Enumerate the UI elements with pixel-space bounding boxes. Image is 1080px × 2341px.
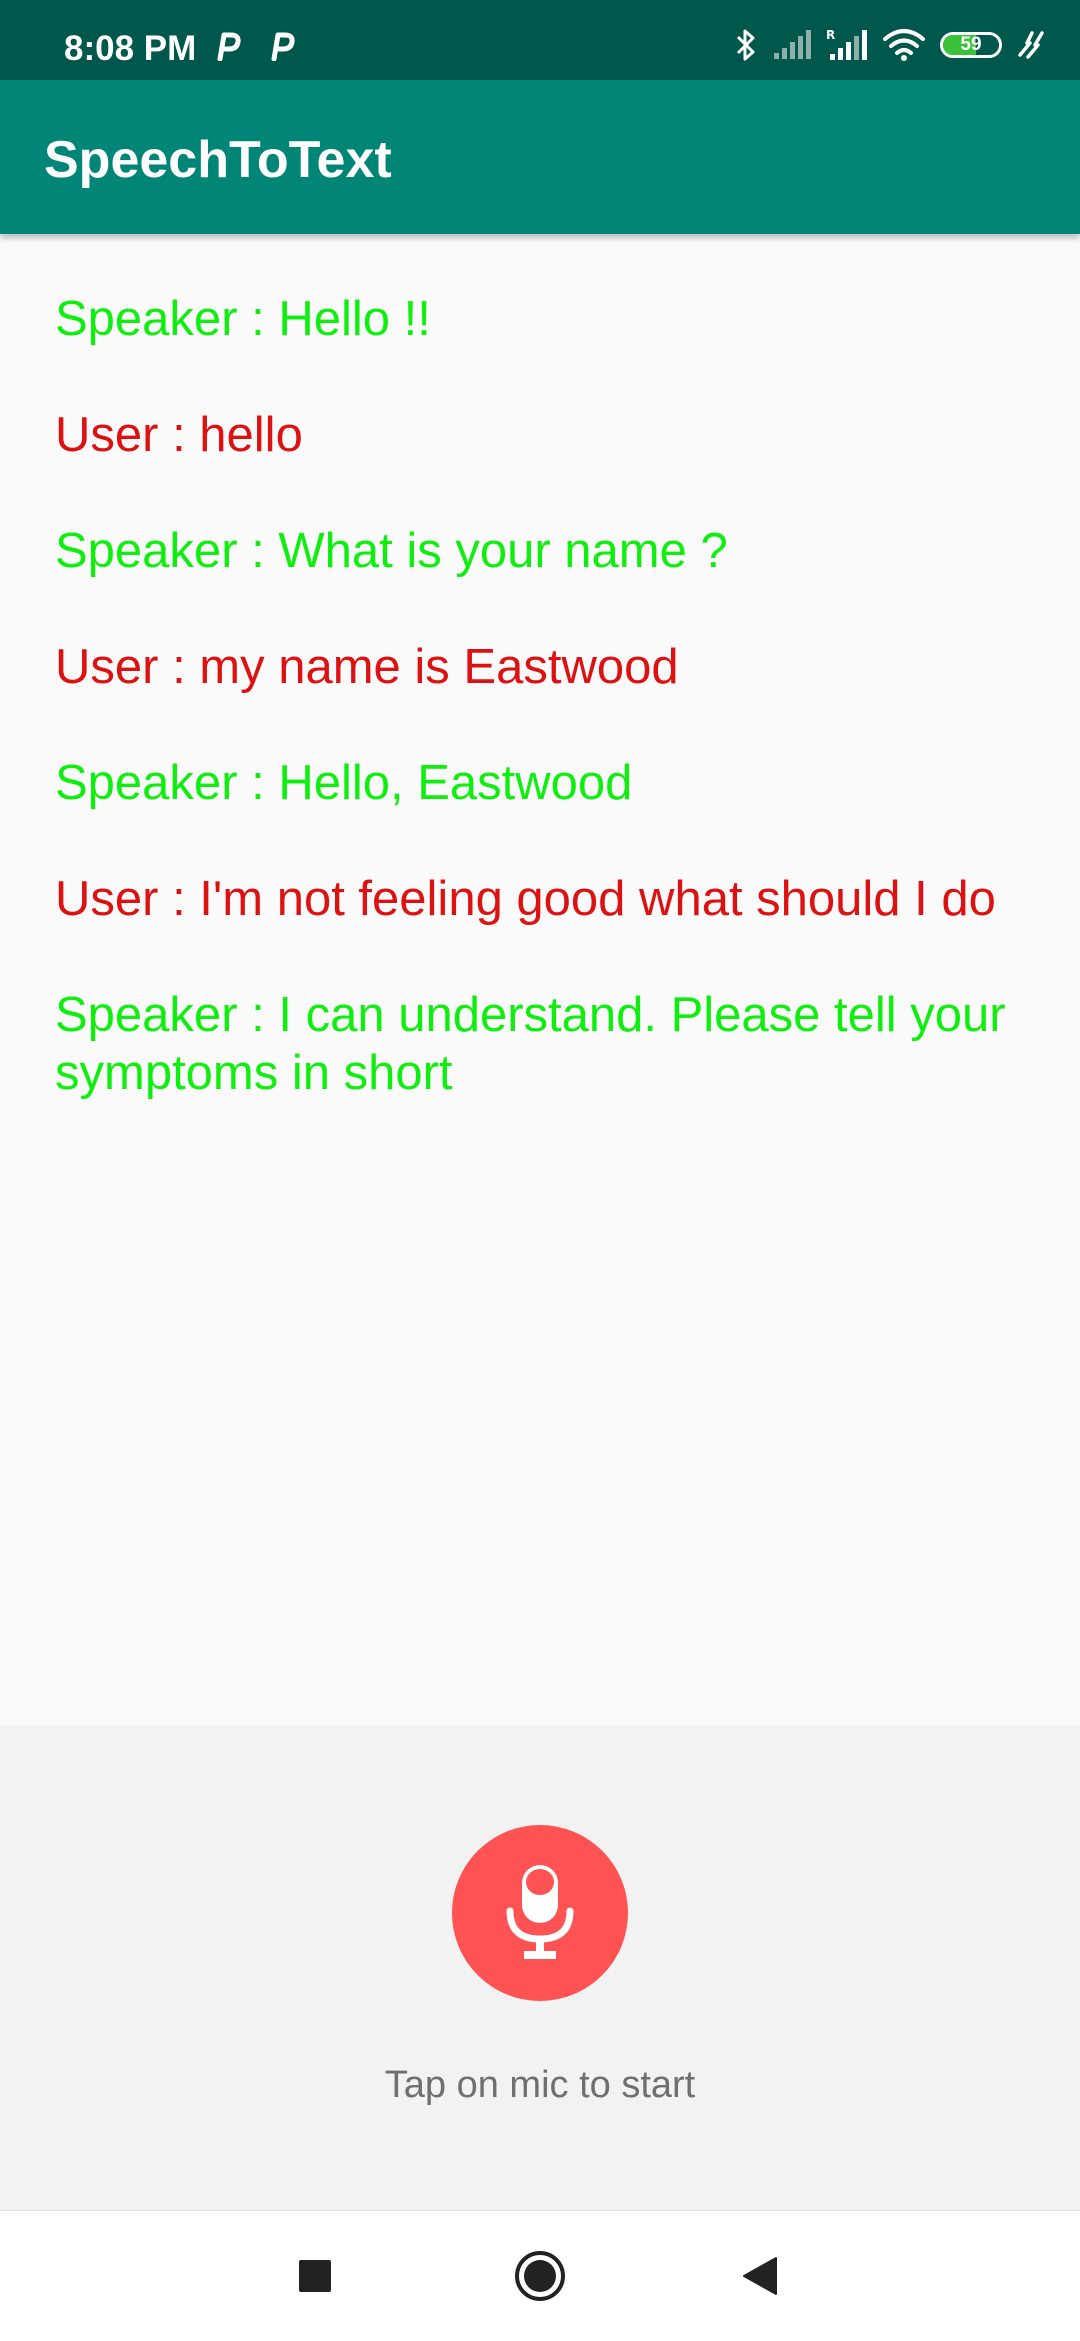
charging-icon [1018,31,1044,59]
svg-text:R: R [826,28,835,42]
bluetooth-icon [736,29,755,61]
p-app-icon [271,32,295,61]
mic-panel: Tap on mic to start [0,1726,1080,2210]
back-icon [743,2257,777,2295]
user-message: User : hello [55,408,303,462]
status-app-icons [212,31,296,61]
recents-icon [299,2260,331,2292]
speaker-message: Speaker : Hello !! [55,292,431,346]
mic-button[interactable] [452,1825,628,2001]
home-button[interactable] [480,2211,600,2341]
wifi-icon [883,29,925,61]
signal-icon [774,30,811,59]
home-icon [515,2251,565,2301]
status-bar: 8:08 PM R 59 [0,0,1080,80]
signal-roaming-icon: R [826,28,867,60]
user-message: User : my name is Eastwood [55,640,679,694]
status-time: 8:08 PM [64,29,197,68]
battery-icon: 59 [940,32,1002,58]
battery-level: 59 [960,34,982,55]
microphone-icon [506,1865,574,1959]
mic-hint: Tap on mic to start [384,2064,696,2106]
back-button[interactable] [700,2211,820,2341]
speaker-message: Speaker : What is your name ? [55,524,728,578]
app-title: SpeechToText [44,131,392,189]
recents-button[interactable] [255,2211,375,2341]
conversation-list: Speaker : Hello !! User : hello Speaker … [55,290,1035,1160]
speaker-message: Speaker : I can understand. Please tell … [55,988,1006,1100]
status-icons: R 59 [734,28,1046,62]
navigation-bar [0,2210,1080,2341]
user-message: User : I'm not feeling good what should … [55,872,996,926]
speaker-message: Speaker : Hello, Eastwood [55,756,633,810]
p-app-icon [217,32,241,61]
app-bar: SpeechToText [0,80,1080,234]
